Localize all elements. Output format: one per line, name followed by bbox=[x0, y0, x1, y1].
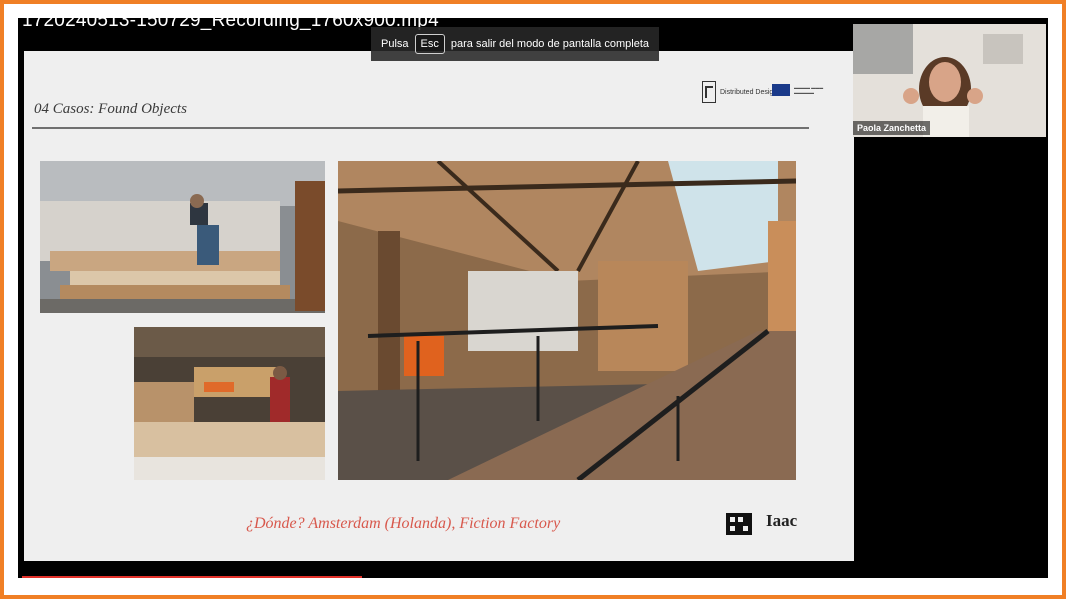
participant-video-tile[interactable]: Paola Zanchetta bbox=[853, 24, 1046, 137]
distributed-design-logo: Distributed Design bbox=[702, 81, 777, 103]
distributed-design-mark-icon bbox=[702, 81, 716, 103]
fullscreen-notice-prefix: Pulsa bbox=[381, 38, 409, 50]
playback-progress-bar[interactable] bbox=[22, 576, 362, 578]
slide-title: 04 Casos: Found Objects bbox=[34, 101, 187, 117]
iaac-logo-text: Iaac bbox=[766, 511, 798, 530]
eu-cofunded-logo: ▬▬▬▬ ▬▬▬ ▬▬▬▬▬ bbox=[772, 84, 830, 96]
eu-flag-icon bbox=[772, 84, 790, 96]
photo-cnc-workshop bbox=[134, 327, 325, 480]
fullscreen-notice-suffix: para salir del modo de pantalla completa bbox=[450, 38, 649, 50]
fablab-logo-icon bbox=[726, 513, 752, 535]
fullscreen-notice: Pulsa Esc para salir del modo de pantall… bbox=[371, 27, 659, 61]
distributed-design-label: Distributed Design bbox=[720, 88, 778, 96]
eu-cofunded-text: ▬▬▬▬ ▬▬▬ ▬▬▬▬▬ bbox=[794, 85, 824, 95]
presentation-slide: 04 Casos: Found Objects Distributed Desi… bbox=[24, 51, 854, 561]
title-divider bbox=[32, 127, 809, 129]
slide-caption: ¿Dónde? Amsterdam (Holanda), Fiction Fac… bbox=[246, 515, 561, 532]
esc-key-badge: Esc bbox=[414, 34, 445, 54]
photo-fiction-factory-interior bbox=[338, 161, 796, 480]
photo-plywood-stack bbox=[40, 161, 325, 313]
participant-name-label: Paola Zanchetta bbox=[853, 121, 931, 135]
iaac-logo: Iaac bbox=[766, 511, 797, 531]
